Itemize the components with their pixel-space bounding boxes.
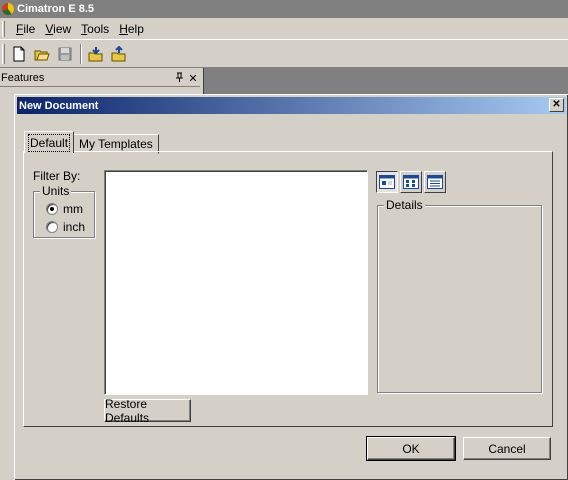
units-legend: Units [40,184,72,198]
tab-default[interactable]: Default [24,131,75,153]
dialog-title-bar[interactable]: New Document ✕ [17,97,566,114]
menu-file[interactable]: File [11,21,40,37]
details-groupbox: Details [377,198,542,393]
toolbar-separator [80,44,82,64]
units-mm-label: mm [63,202,83,216]
units-mm-radio[interactable]: mm [46,202,83,216]
tab-default-label: Default [27,133,71,152]
cancel-button[interactable]: Cancel [463,437,551,460]
save-button[interactable] [54,43,76,65]
open-button[interactable] [31,43,53,65]
new-document-dialog: New Document ✕ Default My Templates Filt… [14,94,568,480]
details-view-icon [427,175,443,189]
close-panel-icon[interactable]: ✕ [186,72,200,85]
dialog-close-button[interactable]: ✕ [549,98,564,112]
small-icons-view-button[interactable] [400,171,422,193]
pin-icon[interactable] [172,72,186,85]
standard-toolbar [0,41,568,68]
toolbar-grip[interactable] [2,44,5,64]
filter-by-label: Filter By: [33,169,81,183]
app-title-bar: Cimatron E 8.5 [0,0,568,18]
import-button[interactable] [85,43,107,65]
templates-list[interactable] [104,170,368,395]
export-icon [111,46,126,62]
details-legend: Details [384,198,425,212]
export-button[interactable] [108,43,130,65]
restore-defaults-button[interactable]: Restore Defaults [104,397,191,425]
ok-button[interactable]: OK [366,436,456,461]
dialog-title: New Document [19,99,99,112]
menu-bar-grip[interactable] [2,20,5,37]
new-document-button[interactable] [8,43,30,65]
features-panel-header: Features ✕ [0,70,200,87]
menu-view[interactable]: View [40,21,76,37]
tab-my-templates-label: My Templates [79,137,153,151]
save-disk-icon [58,47,72,61]
large-icons-view-icon [379,175,395,189]
radio-button-checked[interactable] [46,203,58,215]
app-logo-icon [2,3,14,15]
details-view-button[interactable] [424,171,446,193]
app-title: Cimatron E 8.5 [17,3,95,15]
large-icons-view-button[interactable] [376,171,398,193]
small-icons-view-icon [403,175,419,189]
menu-bar: File View Tools Help [0,18,568,40]
open-folder-icon [34,50,50,61]
units-inch-radio[interactable]: inch [46,220,85,234]
units-inch-label: inch [63,220,86,234]
features-panel-title: Features [1,72,45,84]
menu-tools[interactable]: Tools [76,21,114,37]
import-icon [88,47,103,62]
menu-help[interactable]: Help [114,21,149,37]
radio-button-unchecked[interactable] [46,221,58,233]
new-document-icon [13,46,25,62]
